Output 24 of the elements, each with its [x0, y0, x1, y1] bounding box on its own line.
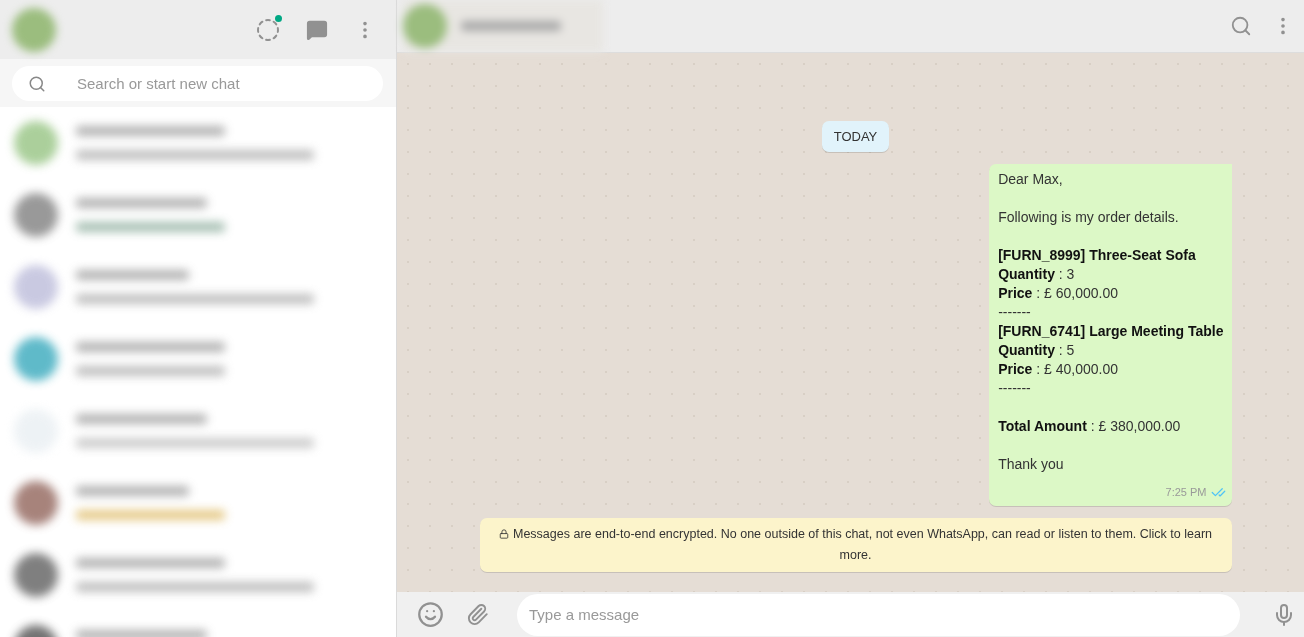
- message-line: -------: [998, 379, 1032, 398]
- message-line: Total Amount : £ 380,000.00: [998, 417, 1182, 436]
- message-line: Dear Max,: [998, 170, 1064, 189]
- search-field[interactable]: Search or start new chat: [12, 66, 383, 101]
- message-line: Price : £ 40,000.00: [998, 360, 1120, 379]
- message-line: [FURN_8999] Three-Seat Sofa: [998, 246, 1197, 265]
- new-chat-icon[interactable]: [306, 18, 328, 41]
- message-line: Quantity : 3: [998, 265, 1076, 284]
- message-line: Thank you: [998, 455, 1065, 474]
- blurred-contact-header[interactable]: [403, 0, 603, 52]
- message-line: -------: [998, 303, 1032, 322]
- attach-icon[interactable]: [466, 603, 489, 626]
- status-icon[interactable]: [256, 17, 280, 42]
- encryption-notice[interactable]: Messages are end-to-end encrypted. No one outside of this chat, not even WhatsApp, can read or listen to them. Click to learn more.: [479, 518, 1232, 572]
- message-line: Following is my order details.: [998, 208, 1180, 227]
- message-line: [FURN_6741] Large Meeting Table: [998, 322, 1224, 341]
- message-line: Quantity : 5: [998, 341, 1076, 360]
- search-icon[interactable]: [1230, 15, 1252, 37]
- emoji-icon[interactable]: [417, 601, 444, 628]
- message-time: 7:25 PM: [1165, 485, 1207, 500]
- profile-avatar[interactable]: [12, 7, 56, 52]
- message-input[interactable]: Type a message: [517, 593, 1240, 636]
- message-line: Price : £ 60,000.00: [998, 284, 1120, 303]
- lock-icon: [499, 529, 509, 539]
